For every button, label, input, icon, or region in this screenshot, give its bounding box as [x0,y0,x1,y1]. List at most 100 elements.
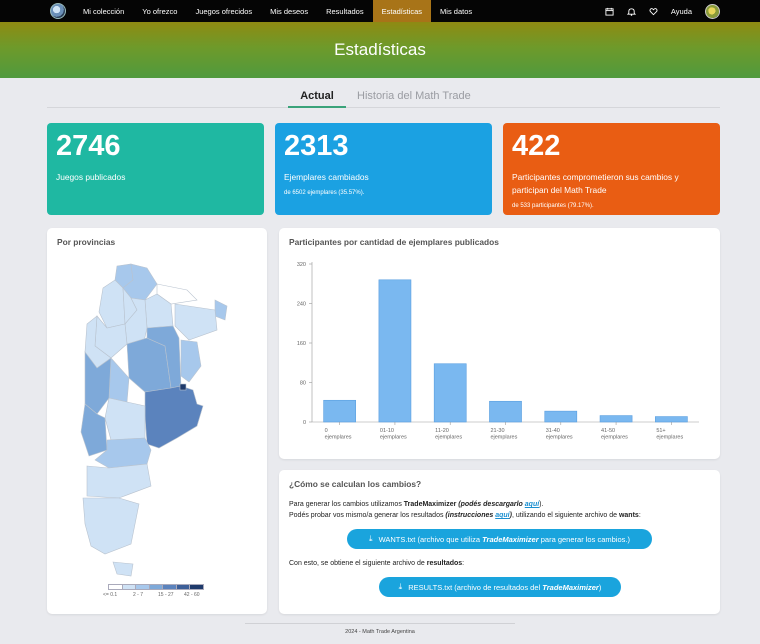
y-tick-label: 80 [300,381,306,387]
province-lapampa [104,397,146,441]
how-text: : [638,512,641,519]
bar[interactable] [378,279,412,423]
how-text: : [462,560,465,567]
x-tick-label: 41-50 [601,428,615,434]
button-label: ) [598,582,602,592]
province-neuquen [80,403,108,457]
province-caba [179,383,187,391]
site-logo[interactable] [50,3,66,19]
x-tick-label: ejemplares [380,435,407,441]
bar[interactable] [599,415,633,423]
y-tick-label: 160 [297,341,306,347]
help-link[interactable]: Ayuda [671,7,692,16]
how-text: , utilizando el siguiente archivo de [511,512,619,519]
nav-item-estadísticas[interactable]: Estadísticas [372,0,432,22]
bar[interactable] [544,410,578,423]
stat-number: 2746 [56,130,121,162]
stat-card-participants: 422 Participantes comprometieron sus cam… [503,123,720,215]
how-line-3: Con esto, se obtiene el siguiente archiv… [289,560,464,567]
x-tick-label: 21-30 [490,428,504,434]
nav-right: Ayuda [605,0,720,22]
stat-sub: de 6502 ejemplares (35.57%). [284,190,365,196]
legend-label: 15 - 27 [158,592,174,598]
how-text: (podés descargarlo [456,501,525,508]
avatar[interactable] [705,3,720,19]
province-buenosaires [144,385,204,449]
x-tick-label: 51+ [656,428,665,434]
how-title: ¿Cómo se calculan los cambios? [289,479,422,489]
x-tick-label: 31-40 [546,428,560,434]
heart-icon[interactable] [649,7,658,16]
legend-swatch [189,584,204,590]
nav-item-mis-datos[interactable]: Mis datos [431,0,481,22]
instructions-link[interactable]: aquí [495,512,509,519]
nav-item-yo-ofrezco[interactable]: Yo ofrezco [133,0,186,22]
download-icon: ⤓ [398,582,403,591]
y-tick-label: 240 [297,302,306,308]
wants-download-button[interactable]: ⤓ WANTS.txt (archivo que utiliza TradeMa… [347,529,652,549]
button-label: para generar los cambios.) [538,534,630,544]
page-title: Estadísticas [334,40,426,59]
stat-sub: de 533 participantes (79.17%). [512,203,594,209]
stat-label: Participantes comprometieron sus cambios… [512,172,679,195]
button-label: RESULTS.txt (archivo de resultados del [408,582,543,592]
button-label-em: TradeMaximizer [542,582,599,592]
results-download-button[interactable]: ⤓ RESULTS.txt (archivo de resultados del… [379,577,621,597]
bar-chart: 0801602403200ejemplares01-10ejemplares11… [297,262,699,441]
results-bold: resultados [426,560,463,567]
tab-historia[interactable]: Historia del Math Trade [357,90,471,102]
nav-item-juegos-ofrecidos[interactable]: Juegos ofrecidos [186,0,261,22]
x-tick-label: ejemplares [325,435,352,441]
top-navbar: Mi colección Yo ofrezco Juegos ofrecidos Mi… [0,0,760,22]
province-misiones [214,299,228,321]
how-panel: ¿Cómo se calculan los cambios? Para gene… [279,470,720,614]
province-catamarca [98,279,126,329]
x-tick-label: ejemplares [546,435,573,441]
y-tick-label: 0 [303,420,306,426]
x-tick-label: ejemplares [601,435,628,441]
bar[interactable] [323,399,356,423]
provinces-panel: Por provincias <= 0.1 2 - 7 15 - 27 42 -… [47,228,267,614]
x-tick-label: 01-10 [380,428,394,434]
tool-name: TradeMaximizer [403,501,457,508]
province-entrerios [180,339,202,383]
nav-item-resultados[interactable]: Resultados [317,0,373,22]
province-sanluis [108,357,130,403]
province-chubut [86,463,152,499]
how-text: Para generar los cambios utilizamos [289,501,404,508]
how-text: ). [539,501,544,508]
download-icon: ⤓ [369,534,373,543]
footer-divider [245,623,515,624]
stat-label: Juegos publicados [56,172,126,182]
province-corrientes [174,303,218,341]
bar[interactable] [489,400,522,423]
legend-label: 42 - 60 [184,592,200,598]
legend-label: 2 - 7 [133,592,144,598]
bell-icon[interactable] [626,7,636,16]
tab-actual[interactable]: Actual [288,90,346,108]
y-tick-label: 320 [297,262,306,268]
calendar-icon[interactable] [605,7,614,16]
x-tick-label: ejemplares [490,435,517,441]
x-tick-label: 11-20 [435,428,449,434]
x-tick-label: ejemplares [656,435,683,441]
nav-item-mi-colección[interactable]: Mi colección [74,0,133,22]
province-santacruz [82,497,140,555]
bar[interactable] [433,363,467,423]
stat-number: 2313 [284,130,349,162]
province-shapes [80,263,228,577]
page-banner: Estadísticas [0,22,760,78]
argentina-map [80,263,228,577]
nav-item-mis-deseos[interactable]: Mis deseos [261,0,317,22]
how-text: Con esto, se obtiene el siguiente archiv… [289,560,427,567]
download-link[interactable]: aquí [525,501,539,508]
bar[interactable] [655,416,688,423]
button-label-em: TradeMaximizer [482,534,539,544]
x-tick-label: 0 [325,428,328,434]
how-text: Podés probar vos mismo/a generar los res… [289,512,446,519]
how-line-2: Podés probar vos mismo/a generar los res… [289,512,641,519]
stat-card-exchanged: 2313 Ejemplares cambiados de 6502 ejempl… [275,123,492,215]
chart-panel: Participantes por cantidad de ejemplares… [279,228,720,459]
province-cordoba [126,337,172,393]
tab-bar: Actual Historia del Math Trade [47,88,720,108]
